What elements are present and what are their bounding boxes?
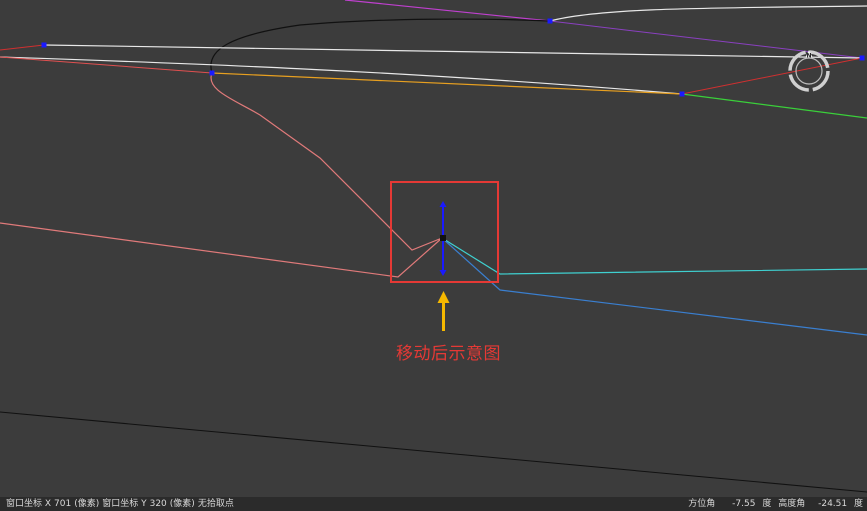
vertex-point[interactable] <box>209 70 215 76</box>
white-line-top <box>549 5 867 22</box>
window-y-label: 窗口坐标 Y <box>102 499 147 509</box>
white-line-long <box>43 44 863 59</box>
red-line-right <box>681 57 863 95</box>
vertex-point[interactable] <box>859 55 865 61</box>
black-curve <box>210 18 551 74</box>
vertex-point[interactable] <box>679 91 685 97</box>
scene-canvas[interactable] <box>0 0 867 497</box>
3d-viewport[interactable]: N 移动后示意图 <box>0 0 867 497</box>
selected-vertex[interactable] <box>440 235 446 241</box>
cyan-line <box>441 237 867 275</box>
handle-up-arrow-icon[interactable] <box>439 201 447 207</box>
elevation-label: 高度角 <box>778 499 806 509</box>
window-x-label: 窗口坐标 X <box>6 499 52 509</box>
status-left: 窗口坐标 X 701 (像素) 窗口坐标 Y 320 (像素) 无拾取点 <box>6 497 237 511</box>
window-x-value: 701 <box>54 499 72 509</box>
status-right: 方位角 -7.55 度 高度角 -24.51 度 <box>684 497 863 511</box>
window-x-unit: (像素) <box>74 499 100 509</box>
white-line-curve <box>0 56 683 95</box>
handle-down-arrow-icon[interactable] <box>439 270 447 276</box>
pick-status: 无拾取点 <box>197 499 234 509</box>
salmon-line-lower <box>0 222 443 278</box>
window-y-unit: (像素) <box>169 499 195 509</box>
window-y-value: 320 <box>149 499 167 509</box>
selection-box <box>390 181 499 283</box>
orange-line <box>211 72 683 95</box>
red-line-left <box>0 44 45 51</box>
move-handle[interactable] <box>439 201 447 276</box>
annotation-arrow-icon <box>437 291 450 331</box>
salmon-line-top <box>0 56 213 74</box>
green-line <box>681 93 867 119</box>
azimuth-label: 方位角 <box>688 499 716 509</box>
status-bar: 窗口坐标 X 701 (像素) 窗口坐标 Y 320 (像素) 无拾取点 方位角 -7.55… <box>0 497 867 511</box>
ground-line <box>0 411 867 493</box>
vertex-point[interactable] <box>41 42 47 48</box>
salmon-curve <box>210 72 443 251</box>
elevation-unit: 度 <box>853 499 863 509</box>
annotation-label: 移动后示意图 <box>396 344 501 364</box>
elevation-value: -24.51 <box>818 499 848 509</box>
azimuth-unit: 度 <box>762 499 772 509</box>
compass-north-label: N <box>806 53 811 60</box>
blue-line <box>441 237 867 336</box>
azimuth-value: -7.55 <box>732 499 756 509</box>
compass-north-icon[interactable]: N <box>786 48 832 94</box>
magenta-line <box>344 0 551 22</box>
vertex-point[interactable] <box>547 18 553 24</box>
